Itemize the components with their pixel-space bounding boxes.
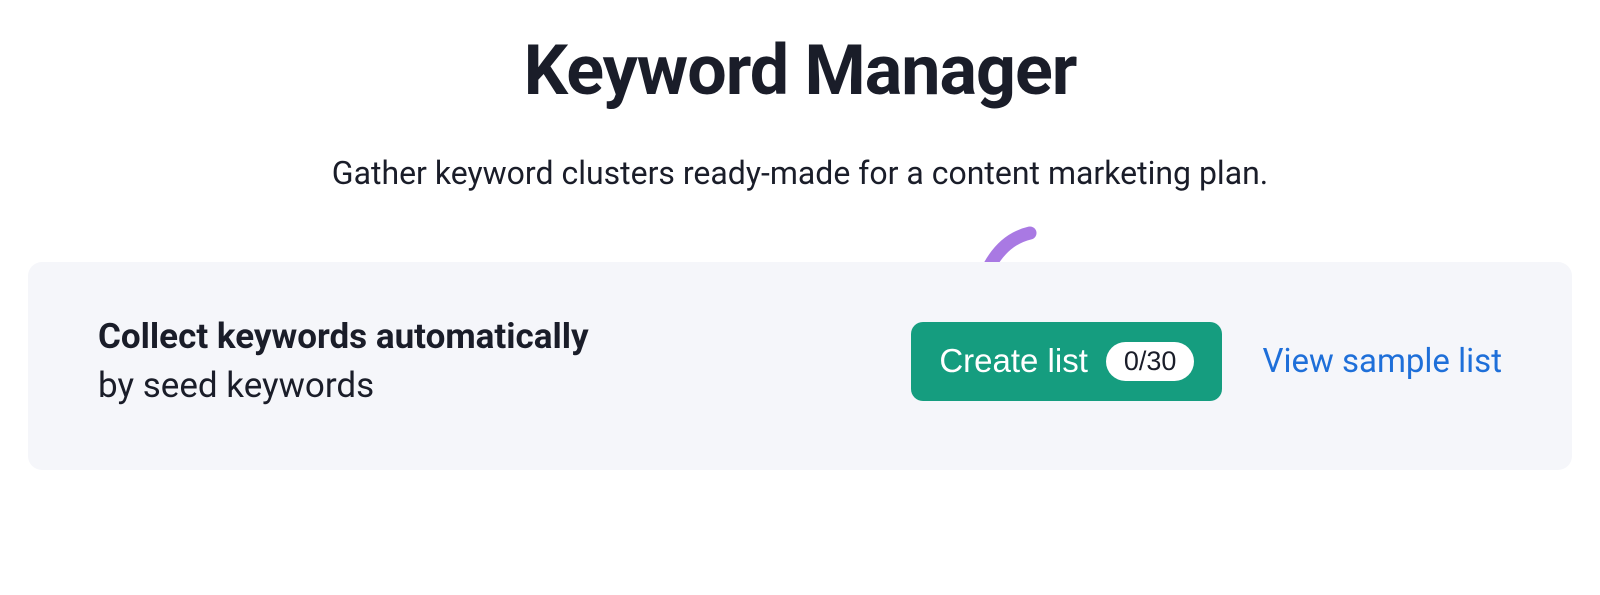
view-sample-list-link[interactable]: View sample list (1262, 342, 1502, 381)
panel-text-group: Collect keywords automatically by seed k… (98, 312, 589, 410)
page-subtitle: Gather keyword clusters ready-made for a… (0, 154, 1600, 192)
collect-keywords-panel: Collect keywords automatically by seed k… (28, 262, 1572, 470)
create-list-button[interactable]: Create list 0/30 (911, 322, 1222, 401)
create-list-button-label: Create list (939, 342, 1088, 380)
list-count-badge: 0/30 (1106, 342, 1195, 381)
panel-subtitle: by seed keywords (98, 361, 589, 410)
page-title: Keyword Manager (0, 30, 1600, 112)
panel-title: Collect keywords automatically (98, 312, 589, 361)
panel-actions: Create list 0/30 View sample list (911, 322, 1502, 401)
